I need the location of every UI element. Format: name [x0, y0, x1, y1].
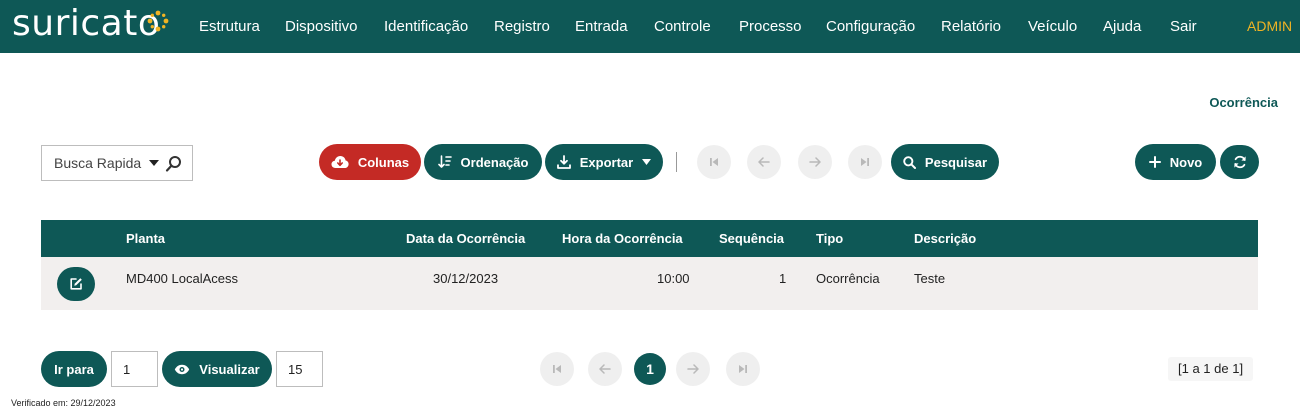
current-page-button[interactable]: 1	[634, 353, 666, 385]
quick-search-input[interactable]	[42, 146, 148, 180]
eye-icon	[175, 364, 190, 374]
first-page-icon	[710, 158, 718, 166]
new-label: Novo	[1169, 154, 1203, 170]
quick-search	[41, 145, 193, 181]
nav-veiculo[interactable]: Veículo	[1028, 0, 1077, 53]
goto-page-field	[111, 351, 158, 387]
prev-page-icon	[758, 157, 770, 167]
caret-down-icon	[642, 159, 652, 165]
plus-icon	[1148, 156, 1161, 168]
nav-sair[interactable]: Sair	[1170, 0, 1197, 53]
search-button[interactable]: Pesquisar	[891, 144, 999, 180]
goto-label: Ir para	[54, 361, 94, 377]
top-navbar: suricato Estrutura Dispositivo Identific…	[0, 0, 1300, 53]
cell-data: 30/12/2023	[433, 271, 499, 286]
header-data-ocorrencia[interactable]: Data da Ocorrência	[406, 220, 525, 257]
refresh-icon	[1233, 155, 1246, 169]
logo-dots-icon	[147, 10, 169, 32]
sort-label: Ordenação	[460, 154, 529, 170]
last-page-button[interactable]	[848, 145, 882, 179]
pager-prev-button[interactable]	[588, 352, 622, 386]
search-icon[interactable]	[164, 154, 184, 174]
view-label: Visualizar	[199, 361, 260, 377]
suricato-logo[interactable]: suricato	[12, 4, 160, 44]
search-label: Pesquisar	[924, 154, 988, 170]
pager-next-button[interactable]	[676, 352, 710, 386]
pager-last-button[interactable]	[726, 352, 760, 386]
table-header: Planta Data da Ocorrência Hora da Ocorrê…	[41, 220, 1258, 257]
last-page-icon	[739, 365, 747, 373]
nav-estrutura[interactable]: Estrutura	[199, 0, 260, 53]
user-admin-label[interactable]: ADMIN	[1247, 0, 1292, 53]
last-page-icon	[861, 158, 869, 166]
cell-descricao: Teste	[914, 271, 946, 286]
edit-icon	[70, 278, 82, 290]
occurrences-table: Planta Data da Ocorrência Hora da Ocorrê…	[41, 220, 1258, 310]
goto-page-button[interactable]: Ir para	[41, 351, 107, 387]
cell-planta: MD400 LocalAcess	[126, 271, 238, 286]
next-page-button[interactable]	[798, 145, 832, 179]
caret-down-icon[interactable]	[149, 160, 159, 166]
next-page-icon	[687, 364, 699, 374]
nav-controle[interactable]: Controle	[654, 0, 711, 53]
refresh-button[interactable]	[1220, 145, 1259, 179]
columns-label: Colunas	[357, 154, 410, 170]
verified-date: Verificado em: 29/12/2023	[11, 398, 116, 408]
cell-tipo: Ocorrência	[816, 271, 880, 286]
toolbar-divider	[676, 152, 677, 172]
nav-configuracao[interactable]: Configuração	[826, 0, 915, 53]
page-size-input[interactable]	[277, 352, 322, 386]
search-icon	[903, 155, 916, 169]
table-row[interactable]: MD400 LocalAcess 30/12/2023 10:00 1 Ocor…	[41, 257, 1258, 310]
next-page-icon	[809, 157, 821, 167]
nav-entrada[interactable]: Entrada	[575, 0, 628, 53]
columns-button[interactable]: Colunas	[319, 144, 421, 180]
page-size-field	[276, 351, 323, 387]
cell-hora: 10:00	[657, 271, 690, 286]
first-page-icon	[553, 365, 561, 373]
prev-page-button[interactable]	[747, 145, 781, 179]
header-tipo[interactable]: Tipo	[816, 220, 843, 257]
sort-icon	[437, 155, 452, 168]
cloud-download-icon	[331, 156, 349, 168]
sort-button[interactable]: Ordenação	[424, 144, 542, 180]
new-button[interactable]: Novo	[1135, 144, 1216, 180]
header-hora-ocorrencia[interactable]: Hora da Ocorrência	[562, 220, 683, 257]
view-button[interactable]: Visualizar	[162, 351, 272, 387]
nav-ajuda[interactable]: Ajuda	[1103, 0, 1141, 53]
goto-page-input[interactable]	[112, 352, 157, 386]
edit-button[interactable]	[57, 267, 95, 301]
header-planta[interactable]: Planta	[126, 220, 165, 257]
nav-dispositivo[interactable]: Dispositivo	[285, 0, 358, 53]
export-button[interactable]: Exportar	[545, 144, 663, 180]
header-descricao[interactable]: Descrição	[914, 220, 976, 257]
nav-relatorio[interactable]: Relatório	[941, 0, 1001, 53]
pager-first-button[interactable]	[540, 352, 574, 386]
export-label: Exportar	[579, 154, 634, 170]
first-page-button[interactable]	[697, 145, 731, 179]
record-range: [1 a 1 de 1]	[1168, 357, 1254, 381]
prev-page-icon	[599, 364, 611, 374]
download-icon	[556, 155, 571, 169]
nav-identificacao[interactable]: Identificação	[384, 0, 468, 53]
page-title: Ocorrência	[1209, 95, 1278, 110]
header-sequencia[interactable]: Sequência	[719, 220, 784, 257]
cell-sequencia: 1	[779, 271, 787, 286]
nav-registro[interactable]: Registro	[494, 0, 550, 53]
nav-processo[interactable]: Processo	[739, 0, 802, 53]
